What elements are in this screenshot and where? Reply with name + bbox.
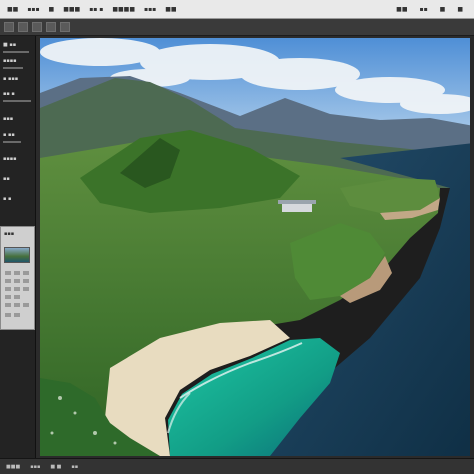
panel-row-9[interactable]: ▪ ▪ bbox=[3, 196, 11, 202]
menu-right-item-2[interactable]: ▪▪ bbox=[417, 6, 431, 13]
thumb-cell[interactable] bbox=[14, 279, 20, 283]
panel-row-1[interactable]: ■ ▪▪ bbox=[3, 42, 16, 48]
landscape-image[interactable] bbox=[40, 38, 474, 456]
status-item-4: ▪▪ bbox=[71, 463, 79, 470]
thumb-cell[interactable] bbox=[14, 295, 20, 299]
thumb-cell[interactable] bbox=[23, 279, 29, 283]
toolbar bbox=[0, 19, 474, 36]
menu-item-6[interactable]: ■■■■ bbox=[109, 6, 138, 13]
thumb-cell[interactable] bbox=[14, 271, 20, 275]
panel-row-5[interactable]: ▪▪▪ bbox=[3, 116, 13, 122]
thumb-cell[interactable] bbox=[14, 303, 20, 307]
panel-slider-3[interactable] bbox=[3, 100, 31, 102]
menu-item-1[interactable]: ■■ bbox=[4, 6, 21, 13]
canvas-area[interactable] bbox=[40, 38, 474, 456]
thumbnail-header: ▪▪▪ bbox=[4, 231, 15, 237]
menu-item-4[interactable]: ■■■ bbox=[60, 6, 83, 13]
thumb-cell[interactable] bbox=[23, 287, 29, 291]
left-panel: ■ ▪▪ ▪▪▪▪ ▪ ▪▪▪ ▪▪ ▪ ▪▪▪ ▪ ▪▪ ▪▪▪▪ ▪▪ ▪ … bbox=[0, 36, 36, 462]
thumb-cell[interactable] bbox=[5, 303, 11, 307]
tool-button-2[interactable] bbox=[18, 22, 28, 32]
status-item-3: ■ ■ bbox=[50, 463, 62, 470]
panel-row-4[interactable]: ▪▪ ▪ bbox=[3, 91, 15, 97]
thumbnail-panel: ▪▪▪ bbox=[0, 226, 35, 330]
thumbnail-preview[interactable] bbox=[4, 247, 30, 263]
panel-row-6[interactable]: ▪ ▪▪ bbox=[3, 132, 15, 138]
tool-button-4[interactable] bbox=[46, 22, 56, 32]
panel-slider-1[interactable] bbox=[3, 51, 29, 53]
thumb-cell[interactable] bbox=[5, 295, 11, 299]
status-bar: ■■■ ▪▪▪ ■ ■ ▪▪ bbox=[0, 458, 474, 474]
panel-slider-4[interactable] bbox=[3, 141, 21, 143]
panel-row-8[interactable]: ▪▪ bbox=[3, 176, 10, 182]
menu-right-item-3[interactable]: ■ bbox=[437, 6, 449, 13]
menu-item-7[interactable]: ▪▪▪ bbox=[141, 6, 159, 13]
panel-row-2[interactable]: ▪▪▪▪ bbox=[3, 58, 17, 64]
thumb-cell[interactable] bbox=[14, 287, 20, 291]
right-edge-panel bbox=[470, 36, 474, 462]
thumb-cell[interactable] bbox=[23, 271, 29, 275]
menu-item-2[interactable]: ▪▪▪ bbox=[24, 6, 42, 13]
tool-button-3[interactable] bbox=[32, 22, 42, 32]
status-item-2: ▪▪▪ bbox=[30, 463, 41, 470]
menu-right-item-4[interactable]: ■ bbox=[454, 6, 466, 13]
panel-slider-2[interactable] bbox=[3, 67, 23, 69]
thumb-cell[interactable] bbox=[14, 313, 20, 317]
menu-item-3[interactable]: ■ bbox=[46, 6, 58, 13]
thumb-cell[interactable] bbox=[5, 271, 11, 275]
menu-item-8[interactable]: ■■ bbox=[162, 6, 179, 13]
menu-right-item-1[interactable]: ■■ bbox=[393, 6, 410, 13]
building bbox=[282, 203, 312, 212]
thumb-cell[interactable] bbox=[5, 313, 11, 317]
building-roof bbox=[278, 200, 316, 204]
menu-item-5[interactable]: ▪▪ ▪ bbox=[86, 6, 106, 13]
menu-bar: ■■ ▪▪▪ ■ ■■■ ▪▪ ▪ ■■■■ ▪▪▪ ■■ ■■ ▪▪ ■ ■ bbox=[0, 0, 474, 19]
menu-right-group: ■■ ▪▪ ■ ■ bbox=[393, 6, 474, 13]
status-item-1: ■■■ bbox=[6, 463, 21, 470]
thumb-cell[interactable] bbox=[5, 279, 11, 283]
tool-button-1[interactable] bbox=[4, 22, 14, 32]
tool-button-5[interactable] bbox=[60, 22, 70, 32]
thumb-cell[interactable] bbox=[5, 287, 11, 291]
panel-row-3[interactable]: ▪ ▪▪▪ bbox=[3, 76, 18, 82]
panel-row-7[interactable]: ▪▪▪▪ bbox=[3, 156, 17, 162]
thumb-cell[interactable] bbox=[23, 303, 29, 307]
